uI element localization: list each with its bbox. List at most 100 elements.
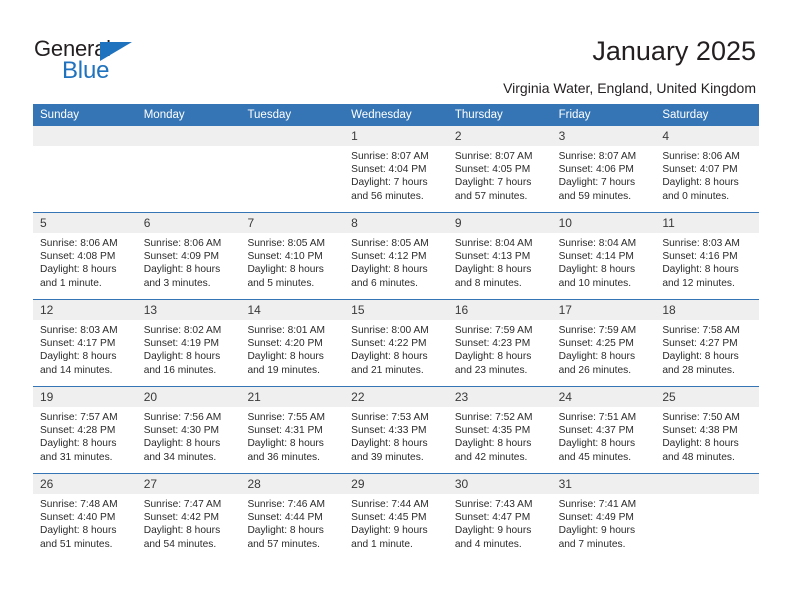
- day-cell[interactable]: Sunrise: 8:01 AM Sunset: 4:20 PM Daylight:…: [240, 320, 344, 386]
- day-cell[interactable]: Sunrise: 7:55 AM Sunset: 4:31 PM Daylight:…: [240, 407, 344, 473]
- day-cell[interactable]: Sunrise: 7:50 AM Sunset: 4:38 PM Daylight:…: [655, 407, 759, 473]
- day-number[interactable]: 8: [344, 213, 448, 233]
- daylight-text-line2: and 39 minutes.: [351, 451, 424, 463]
- daylight-text-line2: and 1 minute.: [40, 277, 102, 289]
- day-cell[interactable]: Sunrise: 8:06 AM Sunset: 4:09 PM Daylight:…: [137, 233, 241, 299]
- day-number[interactable]: 31: [552, 474, 656, 494]
- daylight-text-line2: and 14 minutes.: [40, 364, 113, 376]
- day-number[interactable]: 11: [655, 213, 759, 233]
- day-number-empty: [240, 126, 344, 146]
- day-number[interactable]: 26: [33, 474, 137, 494]
- day-number[interactable]: 29: [344, 474, 448, 494]
- day-number[interactable]: 19: [33, 387, 137, 407]
- day-cell[interactable]: Sunrise: 7:41 AM Sunset: 4:49 PM Daylight:…: [552, 494, 656, 560]
- calendar-week-row: 12 13 14 15 16 17 18 Sunrise: 8:03 AM Sunset: 4:…: [33, 299, 759, 386]
- day-cell[interactable]: Sunrise: 7:44 AM Sunset: 4:45 PM Daylight:…: [344, 494, 448, 560]
- day-cell[interactable]: Sunrise: 8:03 AM Sunset: 4:16 PM Daylight:…: [655, 233, 759, 299]
- daylight-text-line2: and 1 minute.: [351, 538, 413, 550]
- day-cell[interactable]: Sunrise: 7:59 AM Sunset: 4:25 PM Daylight:…: [552, 320, 656, 386]
- day-number[interactable]: 6: [137, 213, 241, 233]
- day-cell[interactable]: Sunrise: 7:46 AM Sunset: 4:44 PM Daylight:…: [240, 494, 344, 560]
- day-number[interactable]: 21: [240, 387, 344, 407]
- weekday-header-wednesday: Wednesday: [351, 109, 412, 121]
- day-number[interactable]: 25: [655, 387, 759, 407]
- day-number[interactable]: 17: [552, 300, 656, 320]
- daylight-text-line1: Daylight: 8 hours: [558, 438, 636, 450]
- day-number[interactable]: 24: [552, 387, 656, 407]
- daylight-text-line1: Daylight: 8 hours: [40, 264, 117, 276]
- day-number[interactable]: 16: [448, 300, 552, 320]
- sunrise-text: Sunrise: 8:05 AM: [247, 238, 326, 249]
- week-detail-band: Sunrise: 7:48 AM Sunset: 4:40 PM Daylight:…: [33, 494, 759, 560]
- sunset-text: Sunset: 4:04 PM: [351, 164, 427, 176]
- day-cell[interactable]: Sunrise: 8:06 AM Sunset: 4:07 PM Daylight:…: [655, 146, 759, 212]
- sunrise-text: Sunrise: 7:52 AM: [454, 412, 533, 423]
- day-cell[interactable]: Sunrise: 8:04 AM Sunset: 4:14 PM Daylight:…: [552, 233, 656, 299]
- sunset-text: Sunset: 4:47 PM: [454, 512, 531, 524]
- day-number[interactable]: 12: [33, 300, 137, 320]
- daylight-text-line2: and 59 minutes.: [558, 190, 632, 202]
- day-cell[interactable]: Sunrise: 8:06 AM Sunset: 4:08 PM Daylight:…: [33, 233, 137, 299]
- daylight-text-line1: Daylight: 7 hours: [351, 177, 428, 189]
- day-number[interactable]: 27: [137, 474, 241, 494]
- daylight-text-line1: Daylight: 8 hours: [662, 351, 739, 363]
- day-cell[interactable]: Sunrise: 7:53 AM Sunset: 4:33 PM Daylight:…: [344, 407, 448, 473]
- day-cell[interactable]: Sunrise: 7:51 AM Sunset: 4:37 PM Daylight:…: [552, 407, 656, 473]
- day-number[interactable]: 3: [552, 126, 656, 146]
- sunrise-text: Sunrise: 8:06 AM: [40, 238, 118, 249]
- day-number[interactable]: 10: [552, 213, 656, 233]
- daylight-text-line2: and 57 minutes.: [247, 538, 320, 550]
- day-cell[interactable]: Sunrise: 8:02 AM Sunset: 4:19 PM Daylight:…: [137, 320, 241, 386]
- daylight-text-line2: and 36 minutes.: [247, 451, 320, 463]
- sunrise-text: Sunrise: 7:44 AM: [351, 499, 429, 510]
- calendar-week-row: 1 2 3 4 Sunrise: 8:07 AM Sunset: 4:04 PM Dayli…: [33, 126, 759, 212]
- day-number[interactable]: 13: [137, 300, 241, 320]
- day-number[interactable]: 2: [448, 126, 552, 146]
- day-number[interactable]: 14: [240, 300, 344, 320]
- day-number[interactable]: 22: [344, 387, 448, 407]
- day-cell[interactable]: Sunrise: 7:43 AM Sunset: 4:47 PM Daylight:…: [448, 494, 552, 560]
- calendar-week-row: 26 27 28 29 30 31 Sunrise: 7:48 AM Sunset: 4:40…: [33, 473, 759, 560]
- daylight-text-line1: Daylight: 8 hours: [558, 351, 636, 363]
- day-cell[interactable]: Sunrise: 8:07 AM Sunset: 4:06 PM Daylight:…: [552, 146, 656, 212]
- day-number[interactable]: 9: [448, 213, 552, 233]
- day-cell[interactable]: Sunrise: 7:56 AM Sunset: 4:30 PM Daylight:…: [137, 407, 241, 473]
- daylight-text-line1: Daylight: 8 hours: [247, 351, 324, 363]
- sunrise-sunset-calendar: Sunday Monday Tuesday Wednesday Thursday Frid…: [33, 104, 759, 560]
- day-number[interactable]: 7: [240, 213, 344, 233]
- day-number[interactable]: 18: [655, 300, 759, 320]
- day-cell[interactable]: Sunrise: 7:57 AM Sunset: 4:28 PM Daylight:…: [33, 407, 137, 473]
- day-cell[interactable]: Sunrise: 7:52 AM Sunset: 4:35 PM Daylight:…: [448, 407, 552, 473]
- day-cell[interactable]: Sunrise: 8:03 AM Sunset: 4:17 PM Daylight:…: [33, 320, 137, 386]
- day-cell[interactable]: Sunrise: 7:59 AM Sunset: 4:23 PM Daylight:…: [448, 320, 552, 386]
- day-number[interactable]: 1: [344, 126, 448, 146]
- day-number[interactable]: 23: [448, 387, 552, 407]
- day-number[interactable]: 4: [655, 126, 759, 146]
- daylight-text-line1: Daylight: 8 hours: [454, 438, 532, 450]
- daylight-text-line2: and 16 minutes.: [143, 364, 217, 376]
- day-cell[interactable]: Sunrise: 8:05 AM Sunset: 4:12 PM Daylight:…: [344, 233, 448, 299]
- day-cell[interactable]: Sunrise: 8:00 AM Sunset: 4:22 PM Daylight:…: [344, 320, 448, 386]
- day-number[interactable]: 20: [137, 387, 241, 407]
- page-title: January 2025: [592, 36, 756, 66]
- week-detail-band: Sunrise: 8:06 AM Sunset: 4:08 PM Daylight:…: [33, 233, 759, 299]
- daylight-text-line2: and 31 minutes.: [40, 451, 113, 463]
- daylight-text-line1: Daylight: 8 hours: [662, 438, 739, 450]
- day-cell[interactable]: Sunrise: 7:48 AM Sunset: 4:40 PM Daylight:…: [33, 494, 137, 560]
- day-number[interactable]: 5: [33, 213, 137, 233]
- day-cell[interactable]: Sunrise: 8:07 AM Sunset: 4:05 PM Daylight:…: [448, 146, 552, 212]
- day-number[interactable]: 28: [240, 474, 344, 494]
- sunset-text: Sunset: 4:44 PM: [247, 512, 323, 524]
- day-cell[interactable]: Sunrise: 8:07 AM Sunset: 4:04 PM Daylight:…: [344, 146, 448, 212]
- sunset-text: Sunset: 4:19 PM: [143, 338, 220, 350]
- general-blue-logo[interactable]: General Blue: [34, 36, 164, 84]
- day-cell[interactable]: Sunrise: 7:58 AM Sunset: 4:27 PM Daylight:…: [655, 320, 759, 386]
- day-number[interactable]: 30: [448, 474, 552, 494]
- sunset-text: Sunset: 4:16 PM: [662, 251, 738, 263]
- day-cell[interactable]: Sunrise: 8:04 AM Sunset: 4:13 PM Daylight:…: [448, 233, 552, 299]
- sunrise-text: Sunrise: 7:47 AM: [143, 499, 222, 510]
- day-cell[interactable]: Sunrise: 8:05 AM Sunset: 4:10 PM Daylight:…: [240, 233, 344, 299]
- day-cell[interactable]: Sunrise: 7:47 AM Sunset: 4:42 PM Daylight:…: [137, 494, 241, 560]
- daylight-text-line2: and 0 minutes.: [662, 190, 730, 202]
- day-number[interactable]: 15: [344, 300, 448, 320]
